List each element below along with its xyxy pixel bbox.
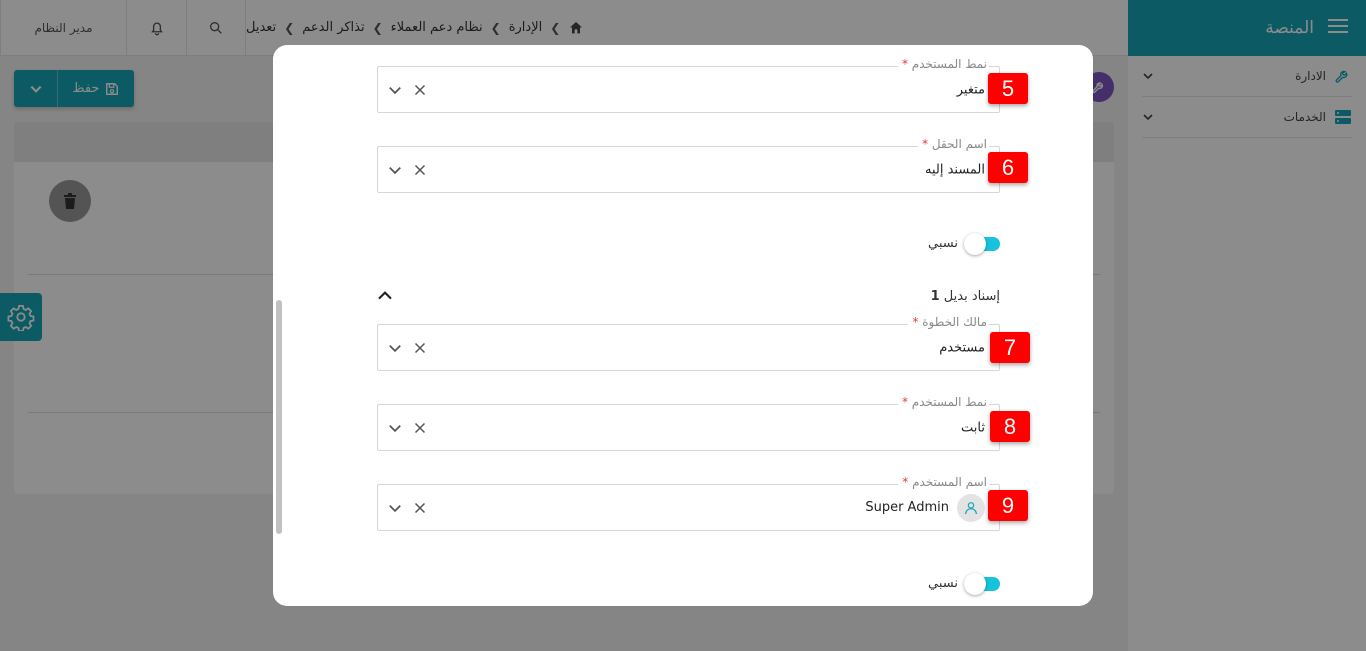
field-value: المسند إليه (924, 162, 985, 177)
toggle-switch[interactable] (964, 232, 1000, 255)
field-value: مستخدم (939, 340, 985, 355)
field-label: مالك الخطوة * (908, 315, 989, 329)
chevron-down-icon[interactable] (388, 83, 402, 97)
chevron-down-icon[interactable] (388, 501, 402, 515)
field-name-select[interactable]: اسم الحقل * المسند إليه (377, 137, 1000, 193)
close-icon[interactable] (414, 502, 426, 514)
step-badge: 8 (990, 411, 1030, 442)
user-name-select[interactable]: اسم المستخدم * Super Admin (377, 475, 1000, 531)
toggle-label: نسبي (928, 236, 958, 251)
field-value: Super Admin (865, 493, 985, 522)
user-mode-select-2[interactable]: نمط المستخدم * ثابت (377, 395, 1000, 451)
avatar (957, 493, 985, 522)
close-icon[interactable] (414, 342, 426, 354)
toggle-switch[interactable] (964, 572, 1000, 595)
chevron-down-icon[interactable] (388, 421, 402, 435)
user-name: Super Admin (865, 500, 949, 515)
field-label: نمط المستخدم * (897, 395, 989, 409)
step-owner-select[interactable]: مالك الخطوة * مستخدم (377, 315, 1000, 371)
step-badge: 5 (988, 73, 1028, 104)
step-badge: 6 (988, 152, 1028, 183)
assignment-modal: نمط المستخدم * متغير 5 اسم الحقل * المسن… (273, 45, 1093, 606)
alternate-assignment-header[interactable]: إسناد بديل 1 (377, 284, 1000, 308)
chevron-down-icon[interactable] (388, 341, 402, 355)
toggle-label: نسبي (928, 576, 958, 591)
close-icon[interactable] (414, 84, 426, 96)
user-mode-select[interactable]: نمط المستخدم * متغير (377, 57, 1000, 113)
chevron-up-icon[interactable] (377, 288, 393, 304)
field-value: متغير (956, 82, 985, 97)
close-icon[interactable] (414, 422, 426, 434)
relative-toggle-2[interactable]: نسبي (928, 572, 1000, 595)
chevron-down-icon[interactable] (388, 163, 402, 177)
step-badge: 7 (990, 332, 1030, 363)
close-icon[interactable] (414, 164, 426, 176)
field-label: نمط المستخدم * (897, 57, 989, 71)
modal-scrollbar[interactable] (276, 300, 282, 534)
field-label: اسم الحقل * (918, 137, 989, 151)
user-icon (965, 501, 977, 514)
section-title: إسناد بديل 1 (930, 288, 1000, 304)
field-value: ثابت (961, 420, 985, 435)
field-label: اسم المستخدم * (898, 475, 989, 489)
relative-toggle[interactable]: نسبي (928, 232, 1000, 255)
step-badge: 9 (988, 490, 1028, 521)
